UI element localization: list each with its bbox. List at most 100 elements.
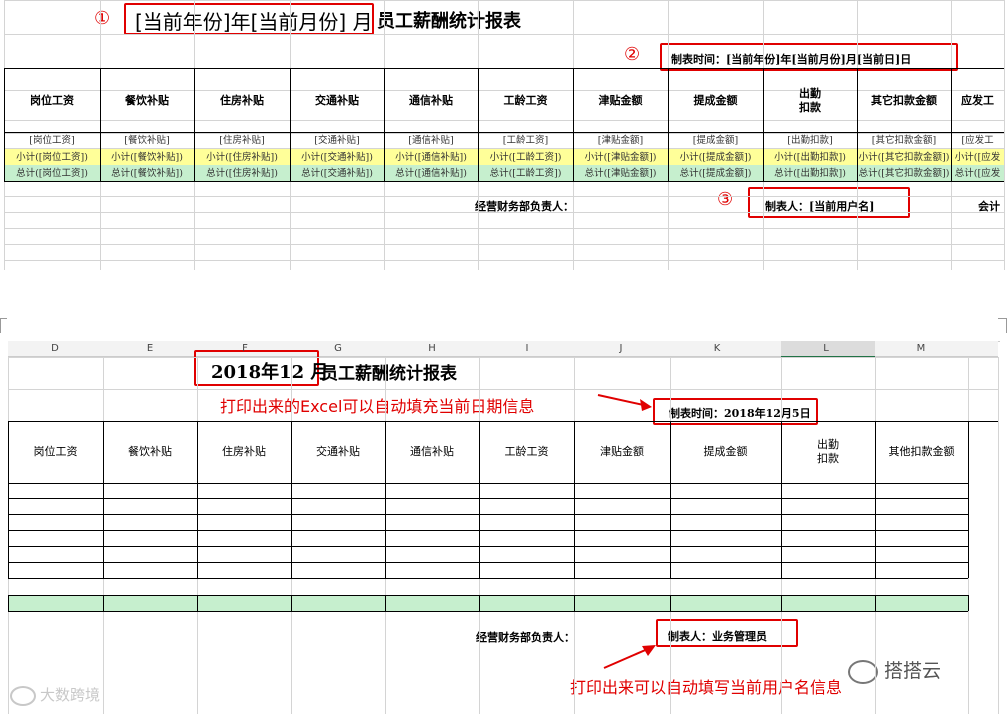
watermark-left-text: 大数跨境 <box>40 686 101 704</box>
field-cell[interactable]: [提成金额] <box>669 133 762 148</box>
total-cell[interactable]: 总计([餐饮补贴]) <box>101 166 193 181</box>
total-cell[interactable]: 总计([工龄工资]) <box>479 166 572 181</box>
printed-header-cell: 通信补贴 <box>410 445 454 458</box>
subtotal-cell[interactable]: 小计([工龄工资]) <box>479 150 572 165</box>
column-letter-l[interactable]: L <box>816 343 836 354</box>
column-letter-d[interactable]: D <box>45 343 65 354</box>
table-top-border <box>4 68 1004 69</box>
header-cell: 其它扣款金额 <box>871 94 937 107</box>
printed-header-cell: 岗位工资 <box>33 445 78 458</box>
total-cell[interactable]: 总计([津贴金额]) <box>574 166 667 181</box>
column-letter-k[interactable]: K <box>707 343 727 354</box>
subtotal-cell[interactable]: 小计([通信补贴]) <box>385 150 477 165</box>
subtotal-cell[interactable]: 小计([住房补贴]) <box>195 150 289 165</box>
field-cell[interactable]: [岗位工资] <box>5 133 99 148</box>
total-cell[interactable]: 总计([出勤扣款]) <box>764 166 856 181</box>
printed-col-border <box>968 421 969 578</box>
printed-row-line <box>8 530 968 531</box>
marker-2: ② <box>624 44 641 65</box>
printed-header-cell: 提成金额 <box>703 445 748 458</box>
bottom-title-suffix: 员工薪酬统计报表 <box>321 364 457 384</box>
printed-total-col <box>574 595 575 611</box>
column-letter-i[interactable]: I <box>517 343 537 354</box>
printed-total-col <box>197 595 198 611</box>
subtotal-cell[interactable]: 小计([提成金额]) <box>669 150 762 165</box>
arrow-to-date <box>597 394 652 411</box>
total-cell[interactable]: 总计([交通补贴]) <box>291 166 383 181</box>
total-cell[interactable]: 总计([通信补贴]) <box>385 166 477 181</box>
table-bottom-border <box>4 181 1004 182</box>
printed-total-col <box>479 595 480 611</box>
printed-header-cell: 餐饮补贴 <box>128 445 172 458</box>
printed-total-col <box>670 595 671 611</box>
printed-total-bottom <box>8 611 968 612</box>
total-cell[interactable]: 总计([住房补贴]) <box>195 166 289 181</box>
column-letter-j[interactable]: J <box>611 343 631 354</box>
printed-row-line <box>8 514 968 515</box>
top-created-time[interactable]: 制表时间：[当前年份]年[当前月份]月[当前日]日 <box>671 51 911 67</box>
printed-total-col <box>781 595 782 611</box>
field-cell[interactable]: [出勤扣款] <box>764 133 856 148</box>
marker-3: ③ <box>717 189 734 210</box>
column-letter-g[interactable]: G <box>328 343 348 354</box>
divider-right-mark <box>998 318 1007 333</box>
total-cell[interactable]: 总计([其它扣款金额]) <box>858 166 950 181</box>
subtotal-cell[interactable]: 小计([餐饮补贴]) <box>101 150 193 165</box>
grid-hline <box>4 212 1004 213</box>
total-cell[interactable]: 总计([岗位工资]) <box>5 166 99 181</box>
header-cell: 住房补贴 <box>220 94 264 107</box>
header-cell: 工龄工资 <box>503 94 548 107</box>
subtotal-cell[interactable]: 小计([交通补贴]) <box>291 150 383 165</box>
grid-hline <box>4 196 1004 197</box>
header-cell: 津贴金额 <box>598 94 643 107</box>
header-cell: 应发工 <box>961 94 994 107</box>
field-cell[interactable]: [其它扣款金额] <box>858 133 950 148</box>
grid-hline <box>8 389 998 390</box>
field-cell[interactable]: [住房补贴] <box>195 133 289 148</box>
watermark-right-text: 搭搭云 <box>884 660 942 682</box>
field-cell[interactable]: [餐饮补贴] <box>101 133 193 148</box>
marker-1: ① <box>94 8 111 29</box>
header-cell: 出勤 扣款 <box>799 87 821 114</box>
printed-row-line <box>8 483 968 484</box>
subtotal-cell[interactable]: 小计([其它扣款金额]) <box>858 150 950 165</box>
printed-total-top <box>8 595 968 596</box>
column-letter-h[interactable]: H <box>422 343 442 354</box>
top-title-suffix: 员工薪酬统计报表 <box>377 11 521 32</box>
arrow-to-creator <box>603 645 656 669</box>
printed-header-cell: 津贴金额 <box>600 445 644 458</box>
field-cell[interactable]: [工龄工资] <box>479 133 572 148</box>
column-letter-f[interactable]: F <box>235 343 255 354</box>
total-cell[interactable]: 总计([提成金额]) <box>669 166 762 181</box>
field-cell[interactable]: [交通补贴] <box>291 133 383 148</box>
field-cell[interactable]: [应发工 <box>952 133 1003 148</box>
column-letter-m[interactable]: M <box>911 343 931 354</box>
header-cell: 通信补贴 <box>409 94 453 107</box>
printed-row-line <box>8 578 968 579</box>
grid-vline <box>998 357 999 714</box>
bottom-title-date: 2018年12 月 <box>211 362 329 383</box>
header-cell: 交通补贴 <box>315 94 359 107</box>
field-cell[interactable]: [津贴金额] <box>574 133 667 148</box>
subtotal-cell[interactable]: 小计([津贴金额]) <box>574 150 667 165</box>
printed-total-col <box>385 595 386 611</box>
column-letter-e[interactable]: E <box>140 343 160 354</box>
watermark-left: 大数跨境 <box>10 684 100 706</box>
watermark-left-icon <box>10 685 36 706</box>
grid-hline <box>4 260 1004 261</box>
watermark-right: 搭搭云 <box>848 656 941 684</box>
top-title-date[interactable]: [当前年份]年[当前月份] 月 <box>135 6 373 35</box>
bottom-creator: 制表人：业务管理员 <box>668 630 767 643</box>
total-cell[interactable]: 总计([应发 <box>952 166 1003 181</box>
subtotal-cell[interactable]: 小计([应发 <box>952 150 1003 165</box>
field-cell[interactable]: [通信补贴] <box>385 133 477 148</box>
header-cell: 提成金额 <box>693 94 738 107</box>
printed-total-col <box>291 595 292 611</box>
printed-total-col <box>103 595 104 611</box>
printed-row-line <box>8 562 968 563</box>
printed-header-cell: 出勤 扣款 <box>817 438 839 465</box>
subtotal-cell[interactable]: 小计([出勤扣款]) <box>764 150 856 165</box>
subtotal-cell[interactable]: 小计([岗位工资]) <box>5 150 99 165</box>
wechat-icon <box>848 659 878 684</box>
printed-header-cell: 交通补贴 <box>316 445 360 458</box>
